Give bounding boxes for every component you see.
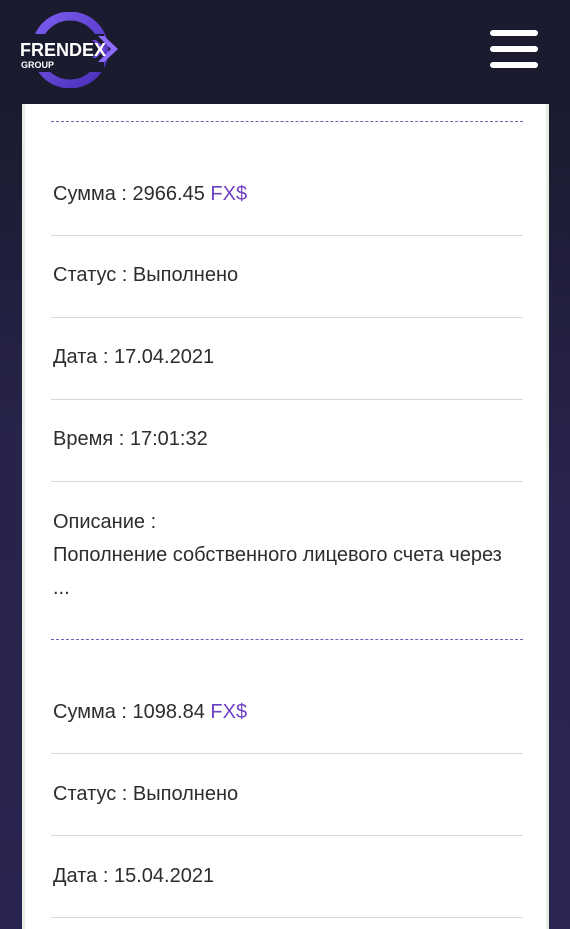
menu-bar: [490, 46, 538, 52]
amount-label: Сумма :: [53, 701, 127, 723]
amount-row: Сумма : 1098.84 FX$: [53, 696, 247, 729]
description-label: Описание :: [53, 511, 157, 533]
amount-value: 2966.45: [132, 183, 205, 205]
row-divider: [51, 235, 523, 236]
status-value: Выполнено: [132, 264, 239, 286]
logo-subtext: GROUP: [21, 60, 54, 70]
date-value: 15.04.2021: [113, 865, 215, 887]
amount-value: 1098.84: [132, 701, 205, 723]
background-left: [0, 104, 22, 929]
transactions-card[interactable]: Сумма : 2966.45 FX$ Статус : Выполнено Д…: [22, 104, 549, 929]
background-right: [548, 104, 570, 929]
row-divider: [51, 317, 523, 318]
logo-text: FRENDEX: [20, 40, 106, 60]
menu-bar: [490, 30, 538, 36]
time-value: 17:01:32: [129, 428, 208, 450]
status-row: Статус : Выполнено: [53, 259, 238, 292]
row-divider: [51, 399, 523, 400]
top-header: FRENDEX GROUP: [0, 0, 570, 104]
hamburger-menu-icon[interactable]: [490, 30, 538, 68]
transaction-separator: [51, 121, 523, 122]
status-label: Статус :: [53, 264, 128, 286]
time-label: Время :: [53, 428, 125, 450]
date-label: Дата :: [53, 865, 109, 887]
status-value: Выполнено: [132, 783, 239, 805]
row-divider: [51, 753, 523, 754]
currency-label: FX$: [210, 183, 248, 205]
date-row: Дата : 15.04.2021: [53, 860, 214, 893]
amount-row: Сумма : 2966.45 FX$: [53, 178, 247, 211]
transaction-separator: [51, 639, 523, 640]
menu-bar: [490, 62, 538, 68]
row-divider: [51, 481, 523, 482]
time-row: Время : 17:01:32: [53, 423, 208, 456]
description-value: Пополнение собственного лицевого счета ч…: [53, 544, 502, 599]
frendex-logo[interactable]: FRENDEX GROUP: [18, 12, 128, 88]
currency-label: FX$: [210, 701, 248, 723]
date-value: 17.04.2021: [113, 346, 215, 368]
date-row: Дата : 17.04.2021: [53, 341, 214, 374]
status-row: Статус : Выполнено: [53, 778, 238, 811]
amount-label: Сумма :: [53, 183, 127, 205]
date-label: Дата :: [53, 346, 109, 368]
row-divider: [51, 835, 523, 836]
status-label: Статус :: [53, 783, 128, 805]
row-divider: [51, 917, 523, 918]
